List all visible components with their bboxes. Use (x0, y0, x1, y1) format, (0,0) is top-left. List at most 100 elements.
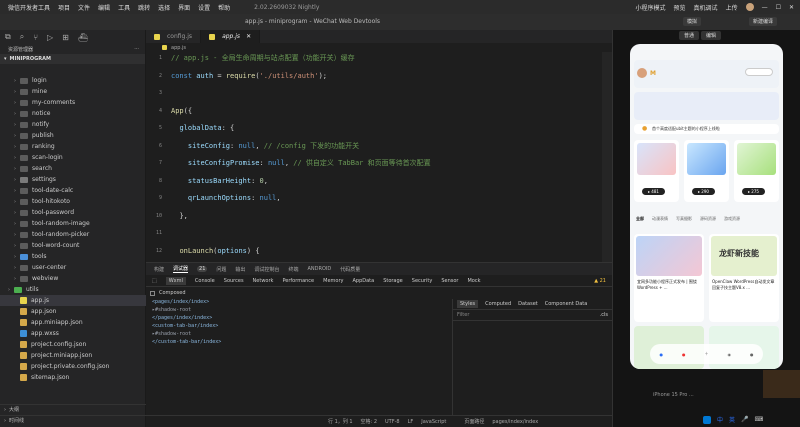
tab-config-js[interactable]: config.js (146, 30, 202, 43)
ime-logo-icon[interactable] (703, 415, 711, 424)
styles-tab[interactable]: Component Data (545, 301, 588, 307)
minimap[interactable] (602, 52, 612, 262)
timeline-section[interactable]: › 时间线 (0, 415, 146, 425)
language-mode[interactable]: JavaScript (421, 419, 446, 425)
tabbar-discover[interactable]: ● (682, 352, 686, 357)
tabbar-message[interactable]: ◉ (728, 352, 732, 357)
cls-button[interactable]: .cls (600, 312, 608, 318)
tabbar-home[interactable]: ● (660, 352, 664, 357)
mic-icon[interactable]: 🎤 (741, 416, 748, 423)
menu-item-select[interactable]: 选择 (158, 3, 170, 12)
keyboard-icon[interactable]: ⌨ (755, 416, 764, 423)
code-line[interactable]: 1 // app.js - 全局生命周期与站点配置（功能开关）缓存 (146, 52, 606, 64)
debugger-tab[interactable]: Console (195, 278, 215, 284)
file-tree-item[interactable]: › login (0, 75, 146, 86)
file-tree-item[interactable]: app.wxss (0, 328, 146, 339)
file-tree-item[interactable]: project.config.json (0, 339, 146, 350)
panel-tab[interactable]: 构建 (154, 266, 164, 273)
debugger-tab[interactable]: Storage (383, 278, 403, 284)
maximize-icon[interactable]: ☐ (776, 4, 781, 11)
code-line[interactable]: 6 siteConfig: null, // /config 下发的功能开关 (146, 140, 606, 152)
panel-tab[interactable]: 代码质量 (340, 266, 360, 273)
new-compile-button[interactable]: 新建编译 (749, 17, 778, 26)
source-control-icon[interactable]: ⑂ (33, 33, 38, 42)
code-line[interactable]: 3 (146, 87, 606, 99)
file-tree-item[interactable]: › user-center (0, 262, 146, 273)
menu-item-view[interactable]: 界面 (178, 3, 190, 12)
more-icon[interactable]: ··· (134, 46, 139, 52)
capsule-menu[interactable] (745, 68, 773, 76)
upload-button[interactable]: 上传 (726, 3, 738, 12)
file-tree-item[interactable]: project.private.config.json (0, 361, 146, 372)
composed-toggle[interactable]: Composed (146, 287, 612, 299)
file-tree-item[interactable]: › ranking (0, 141, 146, 152)
file-tree-item[interactable]: › tool-hitokoto (0, 196, 146, 207)
tabbar-mine[interactable]: ● (750, 352, 754, 357)
ime-chinese[interactable]: 中 (717, 415, 723, 424)
post-card-2[interactable]: 龙虾新技能 OpenClaw WordPress自动发文章回复子技主题V8.x … (709, 234, 779, 322)
panel-tab[interactable]: 问题 (216, 266, 226, 273)
file-tree-item[interactable]: › tool-random-image (0, 218, 146, 229)
file-tree-item[interactable]: › my-comments (0, 97, 146, 108)
featured-card-1[interactable]: ▸ 481 (634, 140, 679, 202)
category-tab[interactable]: 全部 (636, 216, 644, 226)
file-tree-item[interactable]: › publish (0, 130, 146, 141)
debugger-tab[interactable]: Memory (323, 278, 343, 284)
file-tree-item[interactable]: › search (0, 163, 146, 174)
file-tree-item[interactable]: › tool-random-picker (0, 229, 146, 240)
line-ending[interactable]: LF (408, 419, 414, 425)
panel-tab[interactable]: 输出 (235, 266, 245, 273)
sim-mode-button[interactable]: 模拟 (683, 17, 702, 26)
file-tree-item[interactable]: › settings (0, 174, 146, 185)
close-icon[interactable]: ✕ (789, 4, 794, 11)
panel-tab[interactable]: ANDROID (307, 266, 331, 272)
menu-item-project[interactable]: 项目 (58, 3, 70, 12)
tab-app-js[interactable]: app.js ✕ (201, 30, 261, 43)
debugger-tab[interactable]: Wxml (165, 276, 186, 285)
styles-tab[interactable]: Dataset (518, 301, 538, 307)
avatar[interactable] (745, 3, 754, 11)
menu-item-file[interactable]: 文件 (78, 3, 90, 12)
styles-filter-input[interactable]: Filter .cls (453, 309, 612, 321)
debugger-tab[interactable]: Sensor (441, 278, 458, 284)
file-tree-item[interactable]: app.json (0, 306, 146, 317)
debug-icon[interactable]: ▷ (47, 33, 53, 42)
sim-tab-edit[interactable]: 编辑 (701, 31, 722, 40)
file-tree-item[interactable]: › notice (0, 108, 146, 119)
composed-checkbox[interactable] (150, 290, 155, 296)
menu-item-tools[interactable]: 工具 (118, 3, 130, 12)
panel-tab[interactable]: 调试器 (173, 265, 189, 273)
file-tree-item[interactable]: › tool-word-count (0, 240, 146, 251)
file-tree-item[interactable]: project.miniapp.json (0, 350, 146, 361)
page-path[interactable]: pages/index/index (492, 419, 538, 425)
featured-card-2[interactable]: ▸ 290 (684, 140, 729, 202)
warning-count[interactable]: ▲ 21 (594, 278, 606, 284)
debugger-tab[interactable]: AppData (352, 278, 374, 284)
category-tab[interactable]: 游戏资源 (724, 216, 740, 226)
close-tab-icon[interactable]: ✕ (246, 33, 251, 40)
user-avatar[interactable] (637, 68, 647, 78)
encoding[interactable]: UTF-8 (385, 419, 400, 425)
debugger-tab[interactable]: Sources (224, 278, 244, 284)
project-root[interactable]: ▾ MINIPROGRAM (0, 54, 145, 64)
phone-screen[interactable]: M ● 首个高度适配ubit主题的小程序上线啦 ▸ 481 ▸ 290 ▸ 27… (630, 44, 783, 369)
menu-item-help[interactable]: 帮助 (218, 3, 230, 12)
docker-icon[interactable]: ⛴ (78, 33, 88, 42)
file-tree-item[interactable]: › tools (0, 251, 146, 262)
code-line[interactable]: 4 App({ (146, 105, 606, 117)
code-line[interactable]: 11 (146, 227, 606, 239)
outline-section[interactable]: › 大纲 (0, 404, 146, 414)
breadcrumb[interactable]: app.js (146, 43, 612, 52)
menu-item-settings[interactable]: 设置 (198, 3, 210, 12)
file-tree-item[interactable]: app.js (0, 295, 146, 306)
category-tab[interactable]: 源码资源 (700, 216, 716, 226)
code-line[interactable]: 5 globalData: { (146, 122, 606, 134)
file-tree-item[interactable]: › tool-password (0, 207, 146, 218)
code-editor[interactable]: config.js app.js ✕ app.js 1 // app.js - 全局… (146, 30, 612, 272)
code-line[interactable]: 7 siteConfigPromise: null, // 供自定义 TabBa… (146, 157, 606, 169)
category-tab[interactable]: 动漫表情 (652, 216, 668, 226)
sim-tab-normal[interactable]: 普通 (679, 31, 700, 40)
file-tree-item[interactable]: › mine (0, 86, 146, 97)
preview-button[interactable]: 预览 (674, 3, 686, 12)
code-line[interactable]: 12 onLaunch(options) { (146, 245, 606, 257)
